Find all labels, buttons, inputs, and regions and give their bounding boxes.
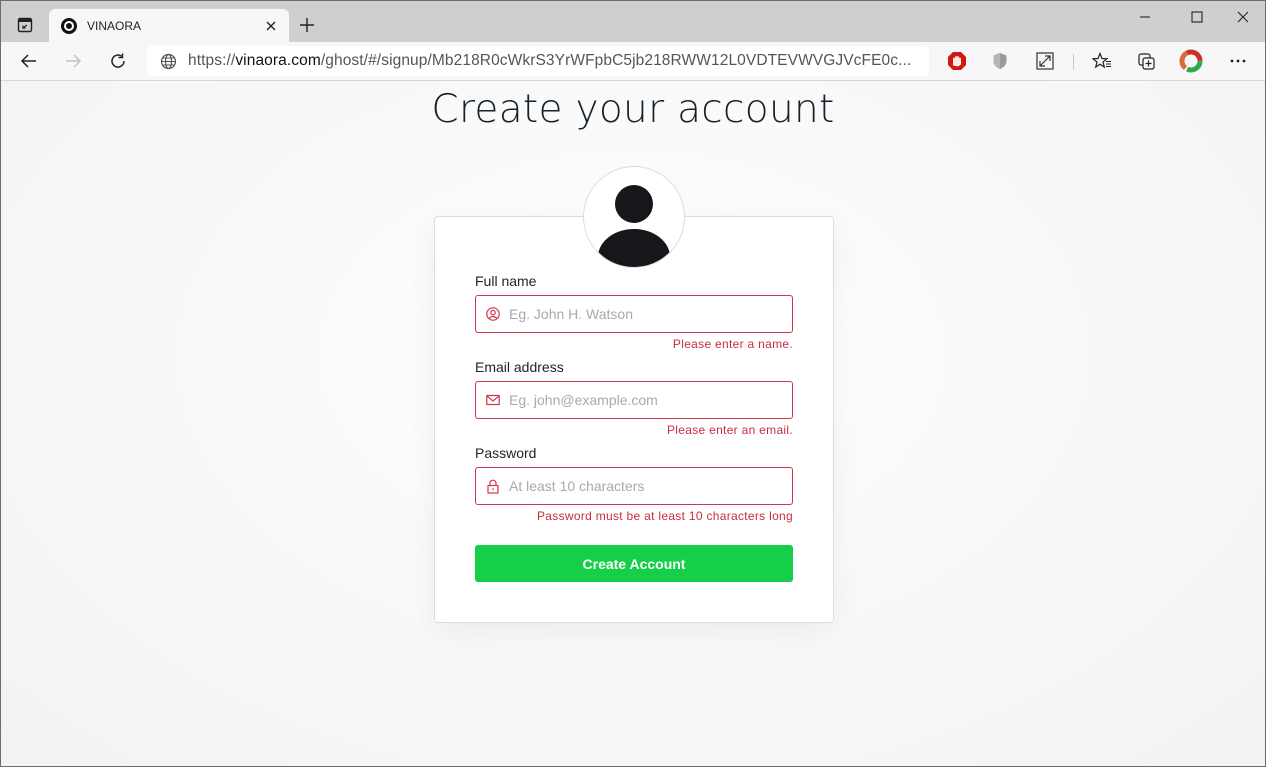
minimize-button[interactable] <box>1125 5 1165 29</box>
tab-title: VINAORA <box>87 18 142 33</box>
password-error: Password must be at least 10 characters … <box>537 509 793 523</box>
tab-bar: VINAORA <box>1 1 1265 42</box>
shield-extension-button[interactable] <box>988 49 1012 73</box>
email-field[interactable] <box>475 381 793 419</box>
full-name-label: Full name <box>475 273 537 289</box>
email-error: Please enter an email. <box>666 423 793 437</box>
close-window-button[interactable] <box>1223 5 1263 29</box>
maximize-icon <box>1191 11 1203 23</box>
back-button[interactable] <box>17 49 41 73</box>
refresh-icon <box>111 53 125 68</box>
password-label: Password <box>475 445 537 461</box>
globe-icon <box>159 52 177 70</box>
page-content: Create your account Full name Please ent… <box>1 81 1265 766</box>
adblock-extension-button[interactable] <box>945 49 969 73</box>
avatar <box>583 166 685 268</box>
new-tab-button[interactable] <box>295 13 319 37</box>
email-label: Email address <box>475 359 564 375</box>
navigation-bar: https://vinaora.com/ghost/#/signup/Mb218… <box>1 42 1265 81</box>
email-input[interactable] <box>507 391 792 409</box>
address-bar[interactable]: https://vinaora.com/ghost/#/signup/Mb218… <box>147 46 929 76</box>
adblock-hand-icon <box>948 52 966 70</box>
lock-icon <box>485 478 501 494</box>
full-name-error: Please enter a name. <box>672 337 793 351</box>
minimize-icon <box>1140 16 1150 18</box>
arrow-right-icon <box>66 54 82 68</box>
user-silhouette-icon <box>615 185 653 223</box>
favorites-button[interactable] <box>1090 49 1114 73</box>
password-field[interactable] <box>475 467 793 505</box>
full-name-field[interactable] <box>475 295 793 333</box>
circle-logo-icon <box>61 17 77 34</box>
toolbar-separator <box>1073 54 1074 70</box>
maximize-button[interactable] <box>1177 5 1217 29</box>
close-icon <box>1237 11 1249 23</box>
browser-window: VINAORA https://vinaora.com/ghost/#/sign… <box>0 0 1266 767</box>
plus-icon <box>300 18 314 32</box>
favorites-icon <box>1092 52 1111 69</box>
profile-button[interactable] <box>1179 49 1203 73</box>
arrow-left-icon <box>20 54 36 68</box>
expand-button[interactable] <box>1033 49 1057 73</box>
collections-button[interactable] <box>1135 49 1159 73</box>
tab-vinaora[interactable]: VINAORA <box>49 9 289 42</box>
tab-close-button[interactable] <box>261 16 281 36</box>
more-button[interactable] <box>1226 49 1250 73</box>
password-input[interactable] <box>507 477 792 495</box>
tab-actions-button[interactable] <box>15 15 35 35</box>
refresh-button[interactable] <box>106 49 130 73</box>
collections-icon <box>1138 53 1155 70</box>
close-icon <box>266 21 276 30</box>
shield-icon <box>993 53 1007 69</box>
envelope-icon <box>485 392 501 408</box>
tab-actions-icon <box>17 17 33 33</box>
user-silhouette-body <box>598 229 670 267</box>
expand-icon <box>1036 52 1054 70</box>
create-account-button[interactable]: Create Account <box>475 545 793 582</box>
profile-ring-icon <box>1179 49 1203 73</box>
page-title: Create your account <box>431 87 835 132</box>
url-host: vinaora.com <box>235 52 321 69</box>
url-text[interactable]: https://vinaora.com/ghost/#/signup/Mb218… <box>188 52 911 70</box>
url-path: /ghost/#/signup/Mb218R0cWkrS3YrWFpbC5jb2… <box>320 52 912 69</box>
more-icon <box>1230 59 1246 63</box>
url-scheme: https:// <box>188 52 236 69</box>
user-circle-icon <box>485 306 501 322</box>
full-name-input[interactable] <box>507 305 792 323</box>
forward-button[interactable] <box>61 49 85 73</box>
